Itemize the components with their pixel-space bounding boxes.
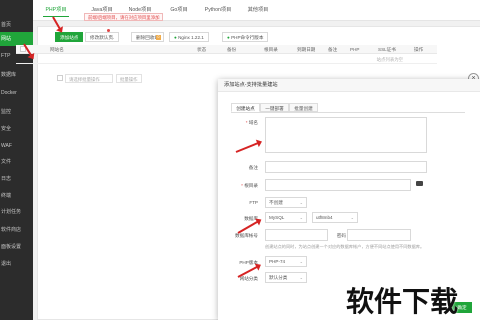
chevron-down-icon: ⌄ xyxy=(299,200,303,205)
default-page-label: 修改默认页 xyxy=(90,35,113,40)
column-site-name[interactable]: 网站名 xyxy=(50,45,64,54)
php-version-value: PHP-74 xyxy=(269,259,286,264)
column-ssl[interactable]: SSL证书 xyxy=(378,45,396,54)
sidebar-item-docker[interactable]: Docker xyxy=(0,86,33,100)
ftp-value: 不创建 xyxy=(269,200,283,205)
database-value: MySQL xyxy=(269,215,285,220)
column-status[interactable]: 状态 xyxy=(197,45,206,54)
password-label: 密码 xyxy=(336,233,346,238)
recycle-bin-button[interactable]: 删除回收站 0 xyxy=(131,32,164,42)
sidebar-item-logout[interactable]: 退出 xyxy=(0,257,33,271)
remark-input[interactable] xyxy=(265,161,427,173)
chevron-down-icon: ⌄ xyxy=(350,215,354,220)
column-expire[interactable]: 到期日期 xyxy=(297,45,315,54)
sidebar-item-monitor[interactable]: 监控 xyxy=(0,105,33,119)
tab-create-site[interactable]: 创建站点 xyxy=(231,103,260,112)
tab-one-click-deploy[interactable]: 一键部署 xyxy=(260,103,289,112)
php-project-tip: 前端/后端项目，请在对应项目里添加 xyxy=(84,13,164,21)
dialog-title: 添加站点-支持批量建站 xyxy=(218,79,480,92)
folder-icon[interactable] xyxy=(416,181,423,186)
empty-list-text: 站点列表为空 xyxy=(16,56,437,64)
nginx-button[interactable]: ● Nginx 1.22.1 xyxy=(169,32,209,42)
php-version-select[interactable]: PHP-74 ⌄ xyxy=(265,256,307,267)
sidebar-item-files[interactable]: 文件 xyxy=(0,155,33,169)
sidebar-item-logs[interactable]: 日志 xyxy=(0,172,33,186)
notification-dot xyxy=(107,29,110,32)
tab-php[interactable]: PHP项目 xyxy=(43,3,69,17)
tab-divider xyxy=(231,112,465,113)
charset-value: utf8mb4 xyxy=(316,215,333,220)
site-category-value: 默认分类 xyxy=(269,275,288,280)
db-password-input[interactable] xyxy=(347,229,411,241)
watermark: 软件下载 xyxy=(346,285,459,318)
ftp-label: FTP xyxy=(249,200,258,205)
batch-checkbox[interactable] xyxy=(57,75,63,81)
chevron-down-icon: ⌄ xyxy=(299,215,303,220)
sidebar-item-store[interactable]: 软件商店 xyxy=(0,223,33,237)
chevron-down-icon: ⌄ xyxy=(299,259,303,264)
site-category-select[interactable]: 默认分类 ⌄ xyxy=(265,272,307,283)
nginx-icon: ● xyxy=(174,35,177,40)
column-backup: 备份 xyxy=(227,47,237,52)
column-php: PHP xyxy=(350,47,360,52)
db-account-label: 数据库帐号 xyxy=(235,233,258,238)
domain-label: * 域名 xyxy=(245,120,258,125)
chevron-down-icon: ⌄ xyxy=(111,35,115,40)
sidebar-item-terminal[interactable]: 终端 xyxy=(0,189,33,203)
batch-operation-button[interactable]: 批量操作 xyxy=(116,74,142,83)
sidebar-item-database[interactable]: 数据库 xyxy=(0,68,33,82)
column-remark: 备注 xyxy=(328,47,338,52)
database-select[interactable]: MySQL ⌄ xyxy=(265,212,307,223)
sidebar-item-website[interactable]: 网站 xyxy=(0,32,33,46)
ftp-select[interactable]: 不创建 ⌄ xyxy=(265,197,307,208)
root-dir-input[interactable] xyxy=(265,179,411,191)
tab-batch-create[interactable]: 批量创建 xyxy=(289,103,318,112)
table-header: 网站名 状态 备份 根目录 到期日期 备注 PHP SSL证书 操作 xyxy=(16,45,437,54)
domain-textarea[interactable] xyxy=(265,117,427,153)
count-badge: 0 xyxy=(156,35,161,40)
php-cli-button[interactable]: ● PHP命令行版本 xyxy=(222,32,269,42)
sidebar-item-waf[interactable]: WAF xyxy=(0,139,33,153)
database-hint: 创建站点的同时，为站点创建一个对应的数据库帐户，方便不同站点使用不同数据库。 xyxy=(265,244,425,249)
batch-operation-select[interactable]: 请选择批量操作 xyxy=(65,74,113,83)
sidebar-item-cron[interactable]: 计划任务 xyxy=(0,205,33,219)
db-account-input[interactable] xyxy=(265,229,328,241)
sidebar-item-security[interactable]: 安全 xyxy=(0,122,33,136)
root-dir-label: * 根目录 xyxy=(241,183,258,188)
column-actions: 操作 xyxy=(414,47,424,52)
charset-select[interactable]: utf8mb4 ⌄ xyxy=(312,212,358,223)
tab-python[interactable]: Python项目 xyxy=(203,3,233,17)
tab-other[interactable]: 其他项目 xyxy=(245,3,271,17)
sidebar-item-home[interactable]: 首页 xyxy=(0,18,33,32)
php-cli-label: PHP命令行版本 xyxy=(231,35,264,40)
sidebar-item-settings[interactable]: 面板设置 xyxy=(0,240,33,254)
column-root: 根目录 xyxy=(264,47,278,52)
remark-label: 备注 xyxy=(248,165,258,170)
chevron-down-icon: ⌄ xyxy=(299,275,303,280)
tab-go[interactable]: Go项目 xyxy=(169,3,189,17)
php-cli-icon: ● xyxy=(227,35,230,40)
default-page-button[interactable]: 修改默认页 ⌄ xyxy=(85,32,119,42)
nginx-label: Nginx 1.22.1 xyxy=(178,35,204,40)
